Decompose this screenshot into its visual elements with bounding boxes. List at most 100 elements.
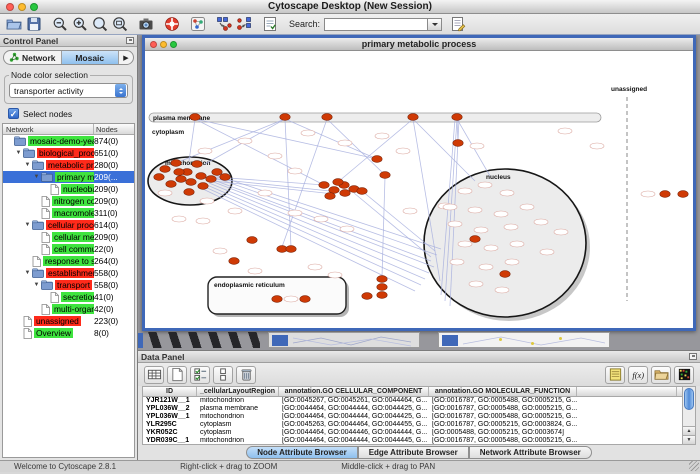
network-node[interactable] <box>248 268 262 274</box>
close-button[interactable] <box>6 3 14 11</box>
table-column-header[interactable]: annotation.GO MOLECULAR_FUNCTION <box>429 387 577 396</box>
tab-network[interactable]: Network <box>4 51 62 64</box>
tree-row[interactable]: ▼establishment of lo...558(0) <box>3 267 134 279</box>
network-node[interactable] <box>325 193 335 200</box>
vizmapper-icon[interactable] <box>189 16 206 33</box>
tab-edge-attribute-browser[interactable]: Edge Attribute Browser <box>358 446 469 459</box>
network-node[interactable] <box>494 211 508 217</box>
filter-icon[interactable] <box>261 16 278 33</box>
tree-row[interactable]: mosaic-demo-yeast874(0) <box>3 135 134 147</box>
network-node[interactable] <box>558 128 572 134</box>
save-icon[interactable] <box>25 16 42 33</box>
table-row[interactable]: YPL036W__1mitochondrion[GO:0044464, GO:0… <box>143 413 682 421</box>
node-color-dropdown[interactable]: transporter activity <box>9 83 128 98</box>
table-row[interactable]: YKR052Ccytoplasm[GO:0044464, GO:0044446,… <box>143 429 682 437</box>
network-node[interactable] <box>372 156 382 163</box>
tree-expand-arrow-icon[interactable]: ▼ <box>32 171 41 183</box>
network-node[interactable] <box>484 245 498 251</box>
tab-network-attribute-browser[interactable]: Network Attribute Browser <box>469 446 592 459</box>
tree-row[interactable]: unassigned223(0) <box>3 315 134 327</box>
network-node[interactable] <box>186 179 196 186</box>
network-node[interactable] <box>196 173 206 180</box>
network-view-titlebar[interactable]: primary metabolic process <box>145 38 693 51</box>
compartment-plasma-membrane[interactable]: plasma membrane <box>149 113 601 122</box>
network-node[interactable] <box>338 140 352 146</box>
tree-row[interactable]: ▼transport558(0) <box>3 279 134 291</box>
network-node[interactable] <box>453 140 463 147</box>
network-node[interactable] <box>458 188 472 194</box>
tree-expand-arrow-icon[interactable]: ▼ <box>23 267 32 279</box>
network-node[interactable] <box>500 190 514 196</box>
heatmap-button[interactable] <box>674 366 694 384</box>
network-node[interactable] <box>590 143 604 149</box>
open-icon[interactable] <box>5 16 22 33</box>
network-node[interactable] <box>301 130 315 136</box>
table-column-header[interactable]: annotation.GO CELLULAR_COMPONENT <box>279 387 429 396</box>
network-node[interactable] <box>280 114 290 121</box>
network-node[interactable] <box>268 153 282 159</box>
network-node[interactable] <box>154 174 164 181</box>
network-node[interactable] <box>158 190 172 196</box>
network-node[interactable] <box>284 296 298 302</box>
tree-row[interactable]: macromolecule...311(0) <box>3 207 134 219</box>
tree-row[interactable]: ▼primary metabo209(... <box>3 171 134 183</box>
minimize-button[interactable] <box>18 3 26 11</box>
network-node[interactable] <box>308 264 322 270</box>
delete-attribute-button[interactable] <box>236 366 256 384</box>
attribute-table-button[interactable] <box>144 366 164 384</box>
table-row[interactable]: YDR039C__1mitochondrion[GO:0044464, GO:0… <box>143 437 682 445</box>
network-node[interactable] <box>198 148 212 154</box>
network-node[interactable] <box>450 259 464 265</box>
network-node[interactable] <box>198 183 208 190</box>
network-node[interactable] <box>452 114 462 121</box>
network-node[interactable] <box>229 258 239 265</box>
network-node[interactable] <box>160 166 170 173</box>
network-node[interactable] <box>340 226 354 232</box>
background-window-fragment-2[interactable] <box>438 332 610 348</box>
network-node[interactable] <box>479 264 493 270</box>
tree-row[interactable]: ▼biological_process651(0) <box>3 147 134 159</box>
formula-button[interactable]: f(x) <box>628 366 648 384</box>
tree-column-network[interactable]: Network <box>3 124 94 134</box>
network-node[interactable] <box>300 296 310 303</box>
network-node[interactable] <box>678 191 688 198</box>
table-scrollbar[interactable]: ▲ ▼ <box>682 387 695 444</box>
network-node[interactable] <box>403 208 417 214</box>
network-node[interactable] <box>340 190 350 197</box>
background-window-fragment-edge[interactable] <box>138 333 143 348</box>
network-node[interactable] <box>520 204 534 210</box>
tree-expand-arrow-icon[interactable]: ▼ <box>23 219 32 231</box>
network-node[interactable] <box>408 114 418 121</box>
zoom-selected-icon[interactable] <box>91 16 108 33</box>
network-canvas[interactable]: plasma membrane cytoplasm mitochondrion … <box>145 51 693 328</box>
tab-node-attribute-browser[interactable]: Node Attribute Browser <box>246 446 358 459</box>
search-dropdown-button[interactable] <box>428 18 442 31</box>
network-node[interactable] <box>478 182 492 188</box>
network-node[interactable] <box>554 229 568 235</box>
zoom-in-icon[interactable] <box>71 16 88 33</box>
network-node[interactable] <box>247 237 257 244</box>
resize-grip[interactable] <box>689 461 699 471</box>
table-column-header[interactable] <box>577 387 677 396</box>
tree-expand-arrow-icon[interactable]: ▼ <box>32 279 41 291</box>
network-node[interactable] <box>469 281 483 287</box>
network-node[interactable] <box>470 143 484 149</box>
zoom-window-button[interactable] <box>30 3 38 11</box>
network-node[interactable] <box>505 259 519 265</box>
network-node[interactable] <box>328 272 342 278</box>
table-column-header[interactable]: _cellularLayoutRegion <box>197 387 279 396</box>
tree-row[interactable]: nucleobase-...209(0) <box>3 183 134 195</box>
network-node[interactable] <box>534 219 548 225</box>
network-node[interactable] <box>443 204 457 210</box>
network-node[interactable] <box>212 169 222 176</box>
network-node[interactable] <box>448 221 462 227</box>
layout-nodes-2-icon[interactable] <box>235 16 252 33</box>
network-node[interactable] <box>641 191 655 197</box>
tree-row[interactable]: response to stimulu...264(0) <box>3 255 134 267</box>
network-node[interactable] <box>288 168 302 174</box>
table-row[interactable]: YLR295Ccytoplasm[GO:0045263, GO:0044464,… <box>143 421 682 429</box>
network-node[interactable] <box>470 236 480 243</box>
network-node[interactable] <box>375 133 389 139</box>
notes-button[interactable] <box>605 366 625 384</box>
network-node[interactable] <box>272 296 282 303</box>
